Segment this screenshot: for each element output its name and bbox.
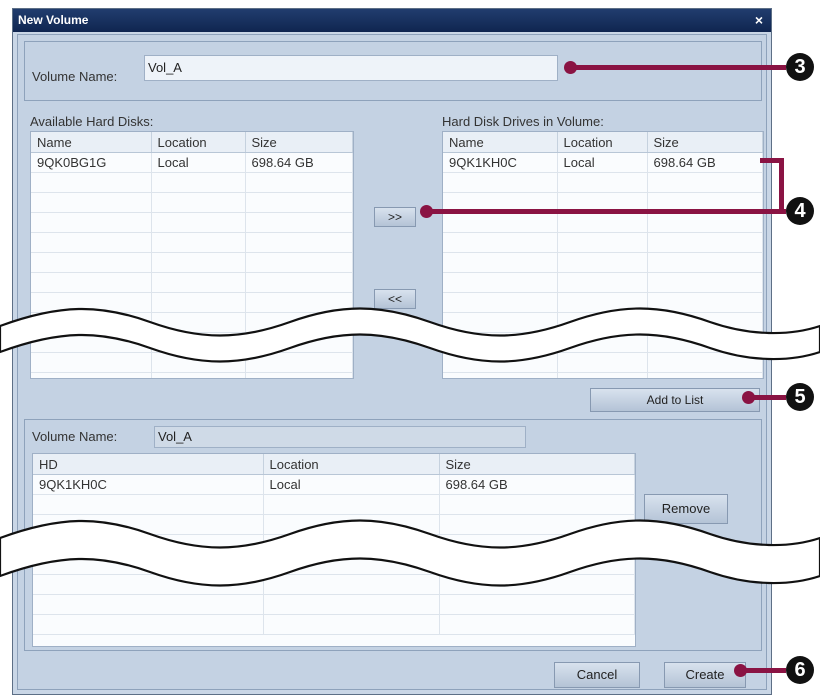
table-row — [31, 232, 353, 253]
column-header-location[interactable]: Location — [557, 132, 648, 153]
cell-location: Local — [151, 152, 246, 173]
create-button[interactable]: Create — [664, 662, 746, 688]
volume-name-input[interactable]: Vol_A — [144, 55, 558, 81]
title-bar: New Volume × — [13, 9, 771, 32]
table-row — [33, 614, 635, 635]
table-row — [443, 232, 763, 253]
callout-6-line — [740, 668, 786, 673]
column-header-location[interactable]: Location — [263, 454, 440, 475]
cell-size: 698.64 GB — [647, 152, 763, 173]
volume-disks-label: Hard Disk Drives in Volume: — [442, 114, 604, 129]
cancel-button[interactable]: Cancel — [554, 662, 640, 688]
add-disk-button[interactable]: >> — [374, 207, 416, 227]
column-header-location[interactable]: Location — [151, 132, 246, 153]
table-row[interactable]: 9QK1KH0C Local 698.64 GB — [33, 474, 635, 495]
callout-4-bracket-stem — [779, 158, 784, 214]
table-row — [443, 172, 763, 193]
table-row — [31, 272, 353, 293]
cell-size: 698.64 GB — [439, 474, 635, 495]
table-row — [443, 212, 763, 233]
cell-location: Local — [263, 474, 440, 495]
table-row — [31, 192, 353, 213]
list-volume-name-label: Volume Name: — [32, 429, 118, 444]
torn-edge-upper — [0, 307, 820, 363]
table-row — [31, 212, 353, 233]
cell-location: Local — [557, 152, 648, 173]
callout-4-line — [426, 209, 786, 214]
available-disks-label: Available Hard Disks: — [30, 114, 154, 129]
column-header-size[interactable]: Size — [647, 132, 763, 153]
callout-4-number: 4 — [786, 197, 814, 225]
torn-edge-lower — [0, 519, 820, 587]
close-icon[interactable]: × — [755, 9, 763, 32]
column-header-size[interactable]: Size — [439, 454, 635, 475]
callout-3-line — [570, 65, 786, 70]
table-row — [443, 252, 763, 273]
column-header-size[interactable]: Size — [245, 132, 353, 153]
list-volume-name-field: Vol_A — [154, 426, 526, 448]
table-row — [31, 172, 353, 193]
cell-size: 698.64 GB — [245, 152, 353, 173]
table-row[interactable]: 9QK0BG1G Local 698.64 GB — [31, 152, 353, 173]
add-to-list-button[interactable]: Add to List — [590, 388, 760, 412]
column-header-name[interactable]: Name — [443, 132, 558, 153]
callout-6-number: 6 — [786, 656, 814, 684]
cell-hd: 9QK1KH0C — [33, 474, 264, 495]
table-row[interactable]: 9QK1KH0C Local 698.64 GB — [443, 152, 763, 173]
column-header-hd[interactable]: HD — [33, 454, 264, 475]
table-row — [31, 252, 353, 273]
table-row — [443, 272, 763, 293]
cell-name: 9QK0BG1G — [31, 152, 152, 173]
callout-5-line — [748, 395, 786, 400]
cell-name: 9QK1KH0C — [443, 152, 558, 173]
column-header-name[interactable]: Name — [31, 132, 152, 153]
callout-5-number: 5 — [786, 383, 814, 411]
window-title: New Volume — [18, 13, 89, 27]
callout-3-number: 3 — [786, 53, 814, 81]
volume-name-label: Volume Name: — [32, 69, 118, 84]
